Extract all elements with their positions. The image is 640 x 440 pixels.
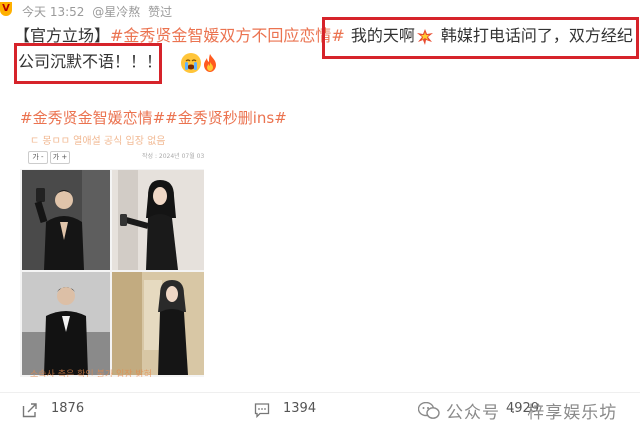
verified-badge-icon: V	[0, 2, 12, 16]
hashtag-links[interactable]: #金秀贤金智媛恋情##金秀贤秒删ins#	[20, 107, 287, 128]
watermark-text: 公众号 · 梓享娱乐坊	[446, 403, 618, 423]
highlight-box-1	[322, 17, 639, 59]
fire-emoji-icon	[204, 53, 217, 72]
post-source[interactable]: @星冷熬	[92, 5, 140, 19]
post-meta: 今天 13:52 @星冷熬 赞过	[22, 3, 176, 20]
image-header-text: ㄷ 몽ㅁㅁ 열애설 공식 입장 없음	[30, 136, 166, 147]
post-image[interactable]: ㄷ 몽ㅁㅁ 열애설 공식 입장 없음 가 - 가 + 작성 : 2024년 07…	[20, 131, 204, 377]
font-decrease-chip: 가 -	[28, 151, 48, 164]
post-time: 今天 13:52	[22, 5, 85, 19]
comment-count: 1394	[283, 401, 317, 416]
wechat-logo-icon	[417, 401, 440, 424]
share-icon	[22, 403, 37, 418]
photo-man-selfie	[22, 170, 110, 270]
highlight-box-2	[14, 43, 162, 84]
share-count: 1876	[51, 401, 85, 416]
footer-divider	[0, 392, 640, 393]
image-caption-text: 소속사 측은 확인 불가 입장 밝혀	[30, 370, 152, 377]
watermark-name: 梓享娱乐坊	[527, 403, 618, 423]
image-header-area: ㄷ 몽ㅁㅁ 열애설 공식 입장 없음 가 - 가 + 작성 : 2024년 07…	[20, 131, 204, 169]
watermark-prefix: 公众号	[446, 403, 500, 423]
comment-icon	[254, 403, 270, 418]
photo-man-suit	[22, 272, 110, 375]
font-increase-chip: 가 +	[50, 151, 70, 164]
image-date: 작성 : 2024년 07월 03일 10:37	[142, 153, 204, 160]
crying-emoji-icon	[181, 52, 202, 73]
post-liked-label: 赞过	[148, 5, 173, 19]
photo-woman-pose	[112, 170, 204, 270]
photo-woman-dress	[112, 272, 204, 375]
